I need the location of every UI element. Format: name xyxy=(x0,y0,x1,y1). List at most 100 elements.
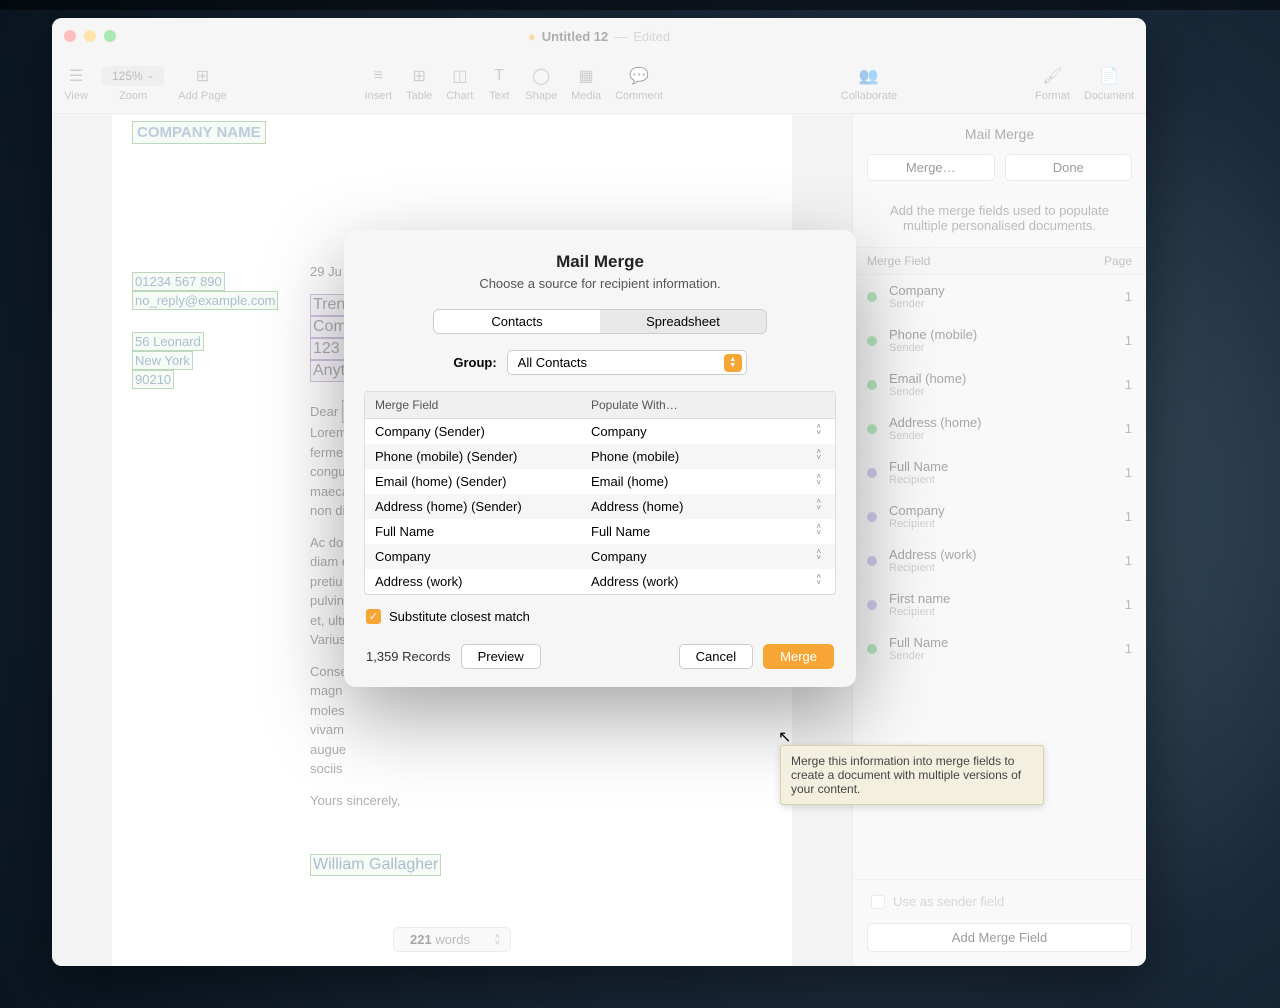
company-field[interactable]: COMPANY NAME xyxy=(132,121,266,144)
toolbar-text[interactable]: TText xyxy=(487,66,511,102)
email-field[interactable]: no_reply@example.com xyxy=(132,291,278,310)
media-icon: ▦ xyxy=(574,66,598,86)
field-role: Recipient xyxy=(889,562,1125,574)
populate-cell[interactable]: Company˄˅ xyxy=(591,424,825,439)
field-name: Company xyxy=(889,503,1125,518)
mapping-row[interactable]: Address (home) (Sender) Address (home)˄˅ xyxy=(365,494,835,519)
preview-button[interactable]: Preview xyxy=(461,644,541,669)
addr3-field[interactable]: 90210 xyxy=(132,370,174,389)
toolbar-comment[interactable]: 💬Comment xyxy=(615,66,663,102)
use-sender-checkbox[interactable]: Use as sender field xyxy=(867,894,1132,909)
mapping-row[interactable]: Company Company˄˅ xyxy=(365,544,835,569)
merge-field-row[interactable]: Full NameRecipient 1 xyxy=(853,451,1146,495)
toolbar-shape[interactable]: ◯Shape xyxy=(525,66,557,102)
col-populate-with: Populate With… xyxy=(591,398,825,412)
merge-tooltip: Merge this information into merge fields… xyxy=(780,745,1044,805)
mapping-row[interactable]: Address (work) Address (work)˄˅ xyxy=(365,569,835,594)
addr2-field[interactable]: New York xyxy=(132,351,193,370)
populate-cell[interactable]: Full Name˄˅ xyxy=(591,524,825,539)
substitute-checkbox[interactable]: ✓ Substitute closest match xyxy=(366,609,834,624)
toolbar-zoom[interactable]: 125%⌄Zoom xyxy=(102,66,164,102)
seg-contacts[interactable]: Contacts xyxy=(434,310,600,333)
merge-field-cell: Company (Sender) xyxy=(375,424,591,439)
field-page: 1 xyxy=(1125,289,1132,304)
merge-field-row[interactable]: First nameRecipient 1 xyxy=(853,583,1146,627)
sidebar-title: Mail Merge xyxy=(853,114,1146,154)
signature-field[interactable]: William Gallagher xyxy=(310,854,441,876)
modal-subtitle: Choose a source for recipient informatio… xyxy=(344,276,856,291)
source-segmented-control[interactable]: Contacts Spreadsheet xyxy=(433,309,767,334)
merge-button[interactable]: Merge xyxy=(763,644,834,669)
checkbox-icon xyxy=(871,895,885,909)
status-dot-icon xyxy=(867,644,877,654)
merge-button[interactable]: Merge… xyxy=(867,154,995,181)
toolbar-document[interactable]: 📄Document xyxy=(1084,66,1134,102)
merge-field-cell: Company xyxy=(375,549,591,564)
field-role: Recipient xyxy=(889,606,1125,618)
toolbar-collaborate[interactable]: 👥Collaborate xyxy=(841,66,897,102)
table-icon: ⊞ xyxy=(407,66,431,86)
toolbar-media[interactable]: ▦Media xyxy=(571,66,601,102)
field-name: Full Name xyxy=(889,459,1125,474)
field-role: Recipient xyxy=(889,474,1125,486)
mail-merge-modal: Mail Merge Choose a source for recipient… xyxy=(344,230,856,687)
populate-cell[interactable]: Address (home)˄˅ xyxy=(591,499,825,514)
toolbar: ☰View 125%⌄Zoom ⊞Add Page ≡Insert ⊞Table… xyxy=(52,54,1146,114)
populate-cell[interactable]: Phone (mobile)˄˅ xyxy=(591,449,825,464)
fullscreen-window-button[interactable] xyxy=(104,30,116,42)
mail-merge-sidebar: Mail Merge Merge… Done Add the merge fie… xyxy=(852,114,1146,966)
field-page: 1 xyxy=(1125,333,1132,348)
minimize-window-button[interactable] xyxy=(84,30,96,42)
field-mapping-table: Merge Field Populate With… Company (Send… xyxy=(364,391,836,595)
toolbar-table[interactable]: ⊞Table xyxy=(406,66,432,102)
chevron-icon: ˄˅ xyxy=(816,574,821,585)
merge-field-row[interactable]: Email (home)Sender 1 xyxy=(853,363,1146,407)
close-window-button[interactable] xyxy=(64,30,76,42)
merge-field-row[interactable]: Address (work)Recipient 1 xyxy=(853,539,1146,583)
mapping-row[interactable]: Company (Sender) Company˄˅ xyxy=(365,419,835,444)
toolbar-format[interactable]: 🖌Format xyxy=(1035,66,1070,102)
mapping-row[interactable]: Full Name Full Name˄˅ xyxy=(365,519,835,544)
cancel-button[interactable]: Cancel xyxy=(679,644,753,669)
insert-icon: ≡ xyxy=(366,66,390,86)
toolbar-view[interactable]: ☰View xyxy=(64,66,88,102)
merge-field-row[interactable]: Phone (mobile)Sender 1 xyxy=(853,319,1146,363)
field-name: Address (home) xyxy=(889,415,1125,430)
toolbar-insert[interactable]: ≡Insert xyxy=(365,66,393,102)
checkbox-checked-icon: ✓ xyxy=(366,609,381,624)
status-dot-icon xyxy=(867,556,877,566)
merge-field-row[interactable]: CompanySender 1 xyxy=(853,275,1146,319)
status-dot-icon xyxy=(867,380,877,390)
chevron-icon: ˄˅ xyxy=(816,499,821,510)
merge-field-cell: Address (work) xyxy=(375,574,591,589)
toolbar-chart[interactable]: ◫Chart xyxy=(446,66,473,102)
mapping-row[interactable]: Email (home) (Sender) Email (home)˄˅ xyxy=(365,469,835,494)
status-dot-icon xyxy=(867,424,877,434)
sidebar-hint: Add the merge fields used to populate mu… xyxy=(853,195,1146,247)
collaborate-icon: 👥 xyxy=(857,66,881,86)
field-role: Sender xyxy=(889,430,1125,442)
mapping-row[interactable]: Phone (mobile) (Sender) Phone (mobile)˄˅ xyxy=(365,444,835,469)
populate-cell[interactable]: Company˄˅ xyxy=(591,549,825,564)
group-select[interactable]: All Contacts ▲▼ xyxy=(507,350,747,375)
word-count[interactable]: 221 words ˄˅ xyxy=(393,927,511,952)
seg-spreadsheet[interactable]: Spreadsheet xyxy=(600,310,766,333)
add-merge-field-button[interactable]: Add Merge Field xyxy=(867,923,1132,952)
merge-field-row[interactable]: CompanyRecipient 1 xyxy=(853,495,1146,539)
merge-field-row[interactable]: Full NameSender 1 xyxy=(853,627,1146,671)
merge-field-cell: Phone (mobile) (Sender) xyxy=(375,449,591,464)
field-page: 1 xyxy=(1125,377,1132,392)
populate-cell[interactable]: Email (home)˄˅ xyxy=(591,474,825,489)
merge-field-row[interactable]: Address (home)Sender 1 xyxy=(853,407,1146,451)
chevron-icon: ˄˅ xyxy=(816,424,821,435)
phone-field[interactable]: 01234 567 890 xyxy=(132,272,225,291)
done-button[interactable]: Done xyxy=(1005,154,1133,181)
zoom-select[interactable]: 125%⌄ xyxy=(102,66,164,86)
addr1-field[interactable]: 56 Leonard xyxy=(132,332,204,351)
chevron-icon: ˄˅ xyxy=(816,524,821,535)
field-page: 1 xyxy=(1125,641,1132,656)
sidebar-icon: ☰ xyxy=(64,66,88,86)
window-title: ● Untitled 12 — Edited xyxy=(528,29,670,44)
populate-cell[interactable]: Address (work)˄˅ xyxy=(591,574,825,589)
toolbar-add-page[interactable]: ⊞Add Page xyxy=(178,66,226,102)
